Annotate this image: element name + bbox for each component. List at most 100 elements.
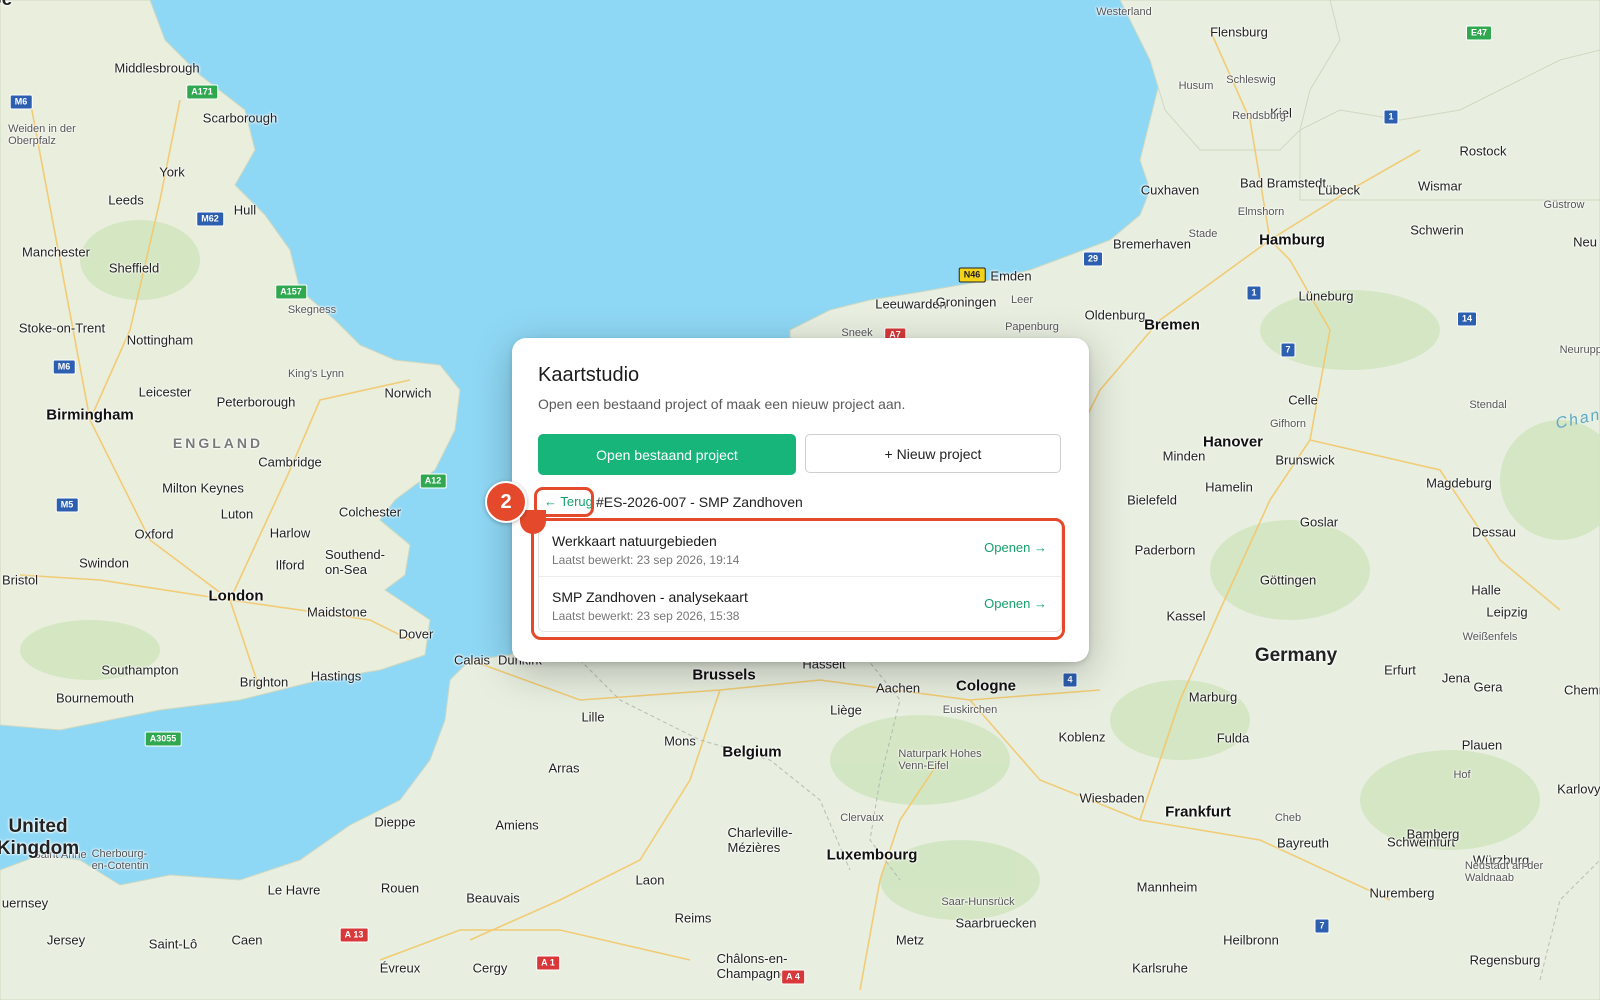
map-place-label: Frankfurt [1165, 803, 1231, 821]
map-place-label: Rendsburg [1232, 110, 1286, 122]
map-place-label: Karlsruhe [1132, 960, 1188, 976]
map-place-label: Milton Keynes [162, 480, 244, 496]
map-place-label: Brunswick [1275, 452, 1335, 468]
map-place-label: Güstrow [1543, 199, 1585, 211]
map-place-label: Germany [1254, 645, 1338, 667]
map-place-label: Flensburg [1210, 24, 1268, 40]
map-place-label: Lüneburg [1298, 288, 1354, 304]
map-place-label: Oxford [134, 526, 174, 542]
map-place-label: Laon [635, 872, 665, 888]
map-place-label: Goslar [1299, 514, 1339, 530]
map-place-label: Skegness [287, 304, 337, 316]
road-shield: M62 [196, 211, 224, 227]
map-place-label: Peterborough [216, 394, 296, 410]
map-place-label: Harlow [269, 525, 311, 541]
map-place-label: Regensburg [1469, 952, 1541, 968]
road-shield: A157 [275, 284, 307, 300]
map-place-label: Magdeburg [1426, 475, 1492, 491]
map-place-label: Mons [664, 733, 696, 749]
map-place-label: Maidstone [307, 604, 367, 620]
road-shield: 4 [1062, 672, 1078, 688]
map-place-label: Papenburg [1005, 321, 1059, 333]
map-place-label: Norwich [384, 385, 432, 401]
map-place-label: Leer [1010, 294, 1034, 306]
map-place-label: York [159, 164, 185, 180]
map-place-label: Weiden in der Oberpfalz [8, 123, 76, 147]
map-place-label: Gera [1473, 679, 1503, 695]
map-place-label: Dessau [1471, 524, 1517, 540]
map-place-label: Swindon [79, 555, 129, 571]
road-shield: A3055 [144, 731, 182, 747]
map-place-label: Emden [990, 268, 1032, 284]
map-place-label: Brussels [692, 666, 756, 684]
road-shield: N46 [958, 267, 986, 283]
road-shield: 7 [1314, 918, 1330, 934]
map-name: Werkkaart natuurgebieden [552, 533, 717, 549]
map-place-label: London [208, 587, 264, 605]
map-place-label: Dieppe [374, 814, 416, 830]
map-place-label: Minden [1162, 448, 1206, 464]
map-place-label: Bremerhaven [1112, 236, 1192, 252]
map-place-label: Koblenz [1058, 729, 1106, 745]
map-place-label: Marburg [1188, 689, 1238, 705]
map-place-label: Jersey [46, 932, 86, 948]
map-place-label: Bristol [1, 572, 39, 588]
road-shield: M5 [55, 497, 79, 513]
road-shield: A 13 [339, 927, 369, 943]
map-place-label: Elmshorn [1237, 206, 1285, 218]
back-link[interactable]: ← Terug [544, 494, 593, 509]
map-place-label: Southend- on-Sea [325, 547, 385, 577]
map-place-label: Gifhorn [1269, 418, 1307, 430]
map-place-label: Saint-Lô [148, 936, 198, 952]
dialog-subtitle: Open een bestaand project of maak een ni… [538, 396, 906, 412]
map-place-label: Leipzig [1486, 604, 1528, 620]
open-existing-project-button[interactable]: Open bestaand project [538, 434, 796, 475]
last-edited: Laatst bewerkt: 23 sep 2026, 19:14 [552, 553, 740, 567]
map-place-label: Euskirchen [942, 704, 998, 716]
road-shield: A171 [186, 84, 218, 100]
map-place-label: Calais [453, 652, 491, 668]
map-place-label: Beauvais [466, 890, 520, 906]
map-place-label: Neustadt an der Waldnaab [1464, 860, 1544, 884]
map-place-label: Stade [1188, 228, 1218, 240]
map-place-label: Wiesbaden [1079, 790, 1145, 806]
list-item[interactable]: SMP Zandhoven - analysekaart Laatst bewe… [539, 576, 1061, 631]
map-place-label: Le Havre [267, 882, 321, 898]
road-shield: A 4 [781, 969, 805, 985]
map-place-label: Rostock [1459, 143, 1507, 159]
open-map-link[interactable]: Openen → [984, 540, 1047, 555]
road-shield: 14 [1456, 311, 1478, 327]
map-place-label: Saar-Hunsrück [941, 896, 1015, 908]
map-place-label: Fulda [1216, 730, 1250, 746]
map-place-label: Leicester [138, 384, 192, 400]
map-place-label: Birmingham [46, 406, 134, 424]
map-place-label: Cergy [472, 960, 508, 976]
map-place-label: Cuxhaven [1140, 182, 1200, 198]
road-shield: 1 [1246, 285, 1262, 301]
map-place-label: Plauen [1461, 737, 1503, 753]
map-place-label: Scarborough [202, 110, 278, 126]
map-place-label: Bad Bramstedt [1240, 175, 1326, 191]
map-place-label: Évreux [379, 960, 421, 976]
selected-project-heading: #ES-2026-007 - SMP Zandhoven [596, 494, 803, 510]
map-place-label: Schleswig [1226, 74, 1276, 86]
map-place-label: Luton [220, 506, 254, 522]
road-shield: E47 [1465, 25, 1493, 41]
map-place-label: Liège [830, 702, 862, 718]
map-place-label: Bremen [1144, 316, 1200, 334]
map-place-label: Cheb [1274, 812, 1302, 824]
map-place-label: Reims [674, 910, 712, 926]
map-place-label: Clervaux [840, 812, 884, 824]
map-place-label: Westerland [1096, 6, 1152, 18]
new-project-button[interactable]: + Nieuw project [805, 434, 1061, 473]
map-place-label: United Kingdom [0, 816, 80, 859]
map-place-label: Châlons-en- Champagne [716, 951, 788, 981]
map-place-label: Jena [1441, 670, 1471, 686]
map-place-label: Hof [1453, 769, 1471, 781]
map-place-label: Groningen [935, 294, 997, 310]
map-place-label: Dover [398, 626, 434, 642]
list-item[interactable]: Werkkaart natuurgebieden Laatst bewerkt:… [539, 521, 1061, 576]
open-map-link[interactable]: Openen → [984, 596, 1047, 611]
map-place-label: Lübeck [1318, 182, 1360, 198]
map-place-label: Naturpark Hohes Venn-Eifel [898, 748, 982, 772]
